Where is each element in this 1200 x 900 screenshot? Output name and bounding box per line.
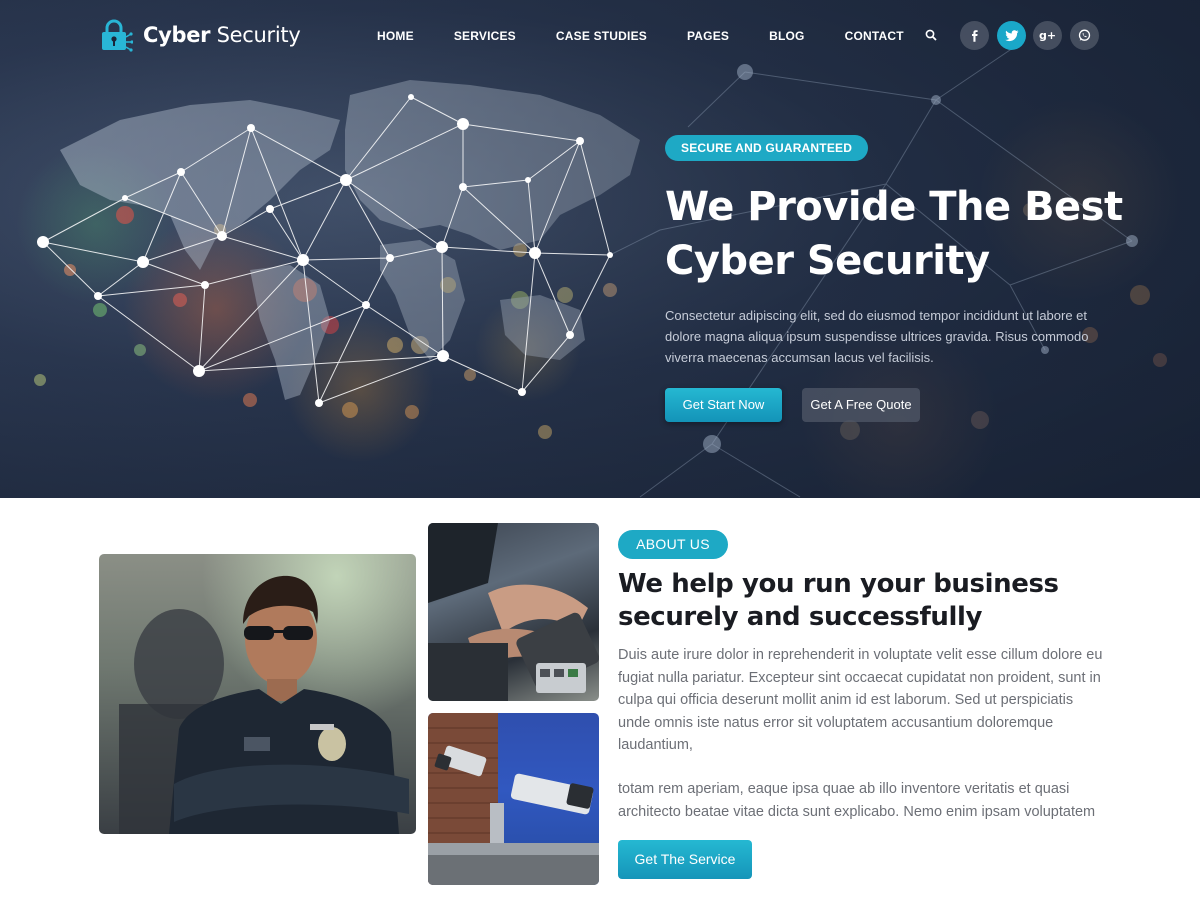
nav-item-blog[interactable]: BLOG [769, 28, 804, 44]
hero-badge: SECURE AND GUARANTEED [665, 135, 869, 161]
brand-name: Cyber Security [143, 23, 301, 47]
whatsapp-icon[interactable] [1070, 21, 1099, 50]
fingerprint-scanner-photo [428, 523, 599, 701]
about-paragraph-2: totam rem aperiam, eaque ipsa quae ab il… [618, 781, 1096, 820]
google-plus-glyph: g+ [1038, 29, 1057, 42]
google-plus-icon[interactable]: g+ [1033, 21, 1062, 50]
hero-title: We Provide The Best Cyber Security [665, 180, 1165, 288]
hero-title-line1: We Provide The Best [665, 184, 1123, 230]
hero-description: Consectetur adipiscing elit, sed do eius… [665, 308, 1089, 365]
main-nav: HOME SERVICES CASE STUDIES PAGES BLOG CO… [377, 28, 944, 44]
nav-item-services[interactable]: SERVICES [454, 28, 516, 44]
site-header: Cyber Security HOME SERVICES CASE STUDIE… [0, 0, 1200, 72]
search-icon[interactable] [924, 28, 938, 42]
hero-section: Cyber Security HOME SERVICES CASE STUDIE… [0, 0, 1200, 498]
nav-item-case-studies[interactable]: CASE STUDIES [556, 28, 647, 44]
site-logo[interactable]: Cyber Security [99, 18, 301, 52]
security-camera-photo [428, 713, 599, 885]
get-the-service-button[interactable]: Get The Service [618, 840, 752, 879]
nav-item-pages[interactable]: PAGES [687, 28, 729, 44]
hero-title-line2: Cyber Security [665, 238, 990, 284]
nav-item-home[interactable]: HOME [377, 28, 414, 44]
about-paragraph-1: Duis aute irure dolor in reprehenderit i… [618, 647, 1103, 753]
lock-network-icon [99, 18, 134, 52]
nav-item-contact[interactable]: CONTACT [845, 28, 904, 44]
get-free-quote-button[interactable]: Get A Free Quote [802, 388, 920, 422]
get-start-now-button[interactable]: Get Start Now [665, 388, 782, 422]
facebook-icon[interactable] [960, 21, 989, 50]
about-badge: ABOUT US [618, 530, 728, 559]
twitter-icon[interactable] [997, 21, 1026, 50]
security-officer-photo [99, 554, 416, 834]
about-title: We help you run your business securely a… [618, 569, 1059, 632]
